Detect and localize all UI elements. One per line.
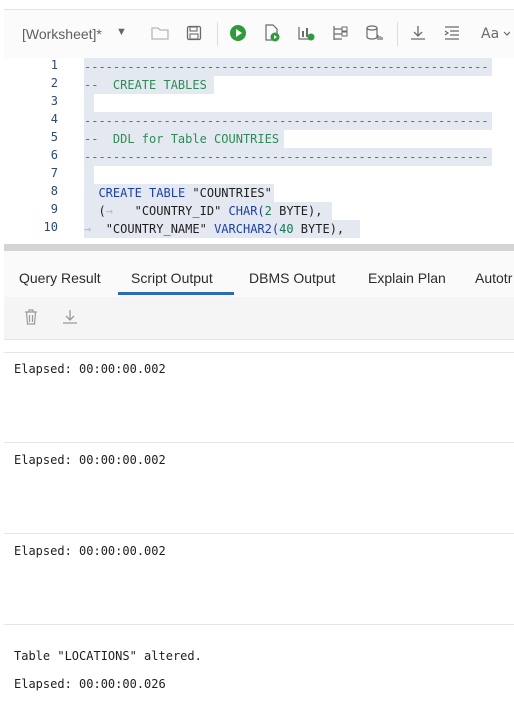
line-number: 6 [50,148,58,162]
output-text: Table "LOCATIONS" altered. [14,649,202,663]
keyword-token: CREATE [98,186,142,200]
line-number: 5 [50,130,58,144]
comment-token: DDL for Table COUNTRIES [112,132,280,146]
identifier-token: "COUNTRIES" [192,186,272,200]
pane-splitter[interactable] [4,244,514,251]
code-line: -- CREATE TABLES [84,76,214,94]
identifier-token: BYTE), [279,204,323,218]
tab-autotrace[interactable]: Autotr [475,270,512,286]
keyword-token: TABLE [149,186,186,200]
comment-token: CREATE TABLES [112,78,207,92]
line-number: 4 [50,112,58,126]
font-icon[interactable]: Aa [480,23,510,43]
code-line [84,94,94,112]
trash-icon[interactable] [21,307,41,327]
worksheet-selector[interactable]: [Worksheet]* [22,26,102,42]
toolbar-divider [217,22,218,46]
code-line: (→ "COUNTRY_ID" CHAR(2 BYTE), [84,202,332,220]
comment-token: -- [84,78,99,92]
download-icon[interactable] [60,307,80,327]
output-toolbar [4,297,514,340]
code-line: -- DDL for Table COUNTRIES [84,130,284,148]
line-number: 2 [50,76,58,90]
open-folder-icon[interactable] [150,23,170,43]
tab-script-output[interactable]: Script Output [131,270,213,286]
explain-plan-icon[interactable] [330,23,350,43]
line-number: 8 [50,184,58,198]
comment-token: ----------------------------------------… [84,114,489,128]
worksheet-toolbar: [Worksheet]* ▼ Aa [4,9,514,59]
line-number: 9 [50,202,58,216]
line-number: 10 [43,220,58,234]
output-text: Elapsed: 00:00:00.002 [14,453,166,467]
identifier-token: BYTE), [300,222,345,236]
comment-token: ----------------------------------------… [84,60,489,74]
run-statement-icon[interactable] [228,23,248,43]
svg-text:Aa: Aa [481,26,499,42]
results-tab-bar: Query Result Script Output DBMS Output E… [4,251,514,297]
worksheet-panel: [Worksheet]* ▼ Aa 1 2 3 4 5 6 7 8 9 10 -… [4,0,514,701]
line-number-gutter: 1 2 3 4 5 6 7 8 9 10 [4,58,74,244]
toolbar-divider [397,22,398,46]
chevron-down-icon[interactable]: ▼ [116,26,127,38]
active-tab-indicator [118,292,234,295]
line-number: 3 [50,94,58,108]
output-divider [4,624,514,625]
autotrace-icon[interactable] [296,23,316,43]
sql-tuning-icon[interactable] [364,23,384,43]
output-divider [4,352,514,353]
output-text: Elapsed: 00:00:00.002 [14,544,166,558]
number-token: 2 [264,204,272,218]
code-line: ----------------------------------------… [84,148,492,166]
comment-token: -- [84,132,99,146]
number-token: 40 [279,222,294,236]
output-divider [4,442,514,443]
line-number: 1 [50,58,58,72]
output-divider [4,533,514,534]
sql-editor[interactable]: 1 2 3 4 5 6 7 8 9 10 -------------------… [4,58,514,244]
line-number: 7 [50,166,58,180]
type-token: CHAR( [228,204,265,218]
run-script-icon[interactable] [262,23,282,43]
identifier-token: "COUNTRY_ID" [134,204,222,218]
code-line [84,166,94,184]
download-icon[interactable] [408,23,428,43]
tab-dbms-output[interactable]: DBMS Output [249,270,335,286]
code-line: ----------------------------------------… [84,58,492,76]
identifier-token: "COUNTRY_NAME" [105,222,207,236]
save-icon[interactable] [184,23,204,43]
script-output-panel: Elapsed: 00:00:00.002 Elapsed: 00:00:00.… [4,352,514,701]
tab-explain-plan[interactable]: Explain Plan [368,270,446,286]
format-icon[interactable] [442,23,462,43]
paren-token: ( [98,204,106,218]
code-line: → "COUNTRY_NAME" VARCHAR2(40 BYTE), [84,220,360,238]
comment-token: ----------------------------------------… [84,150,489,164]
type-token: VARCHAR2( [214,222,280,236]
output-text: Elapsed: 00:00:00.026 [14,677,166,691]
tab-query-result[interactable]: Query Result [19,270,101,286]
code-line: CREATE TABLE "COUNTRIES" [84,184,274,202]
output-text: Elapsed: 00:00:00.002 [14,362,166,376]
code-line: ----------------------------------------… [84,112,492,130]
